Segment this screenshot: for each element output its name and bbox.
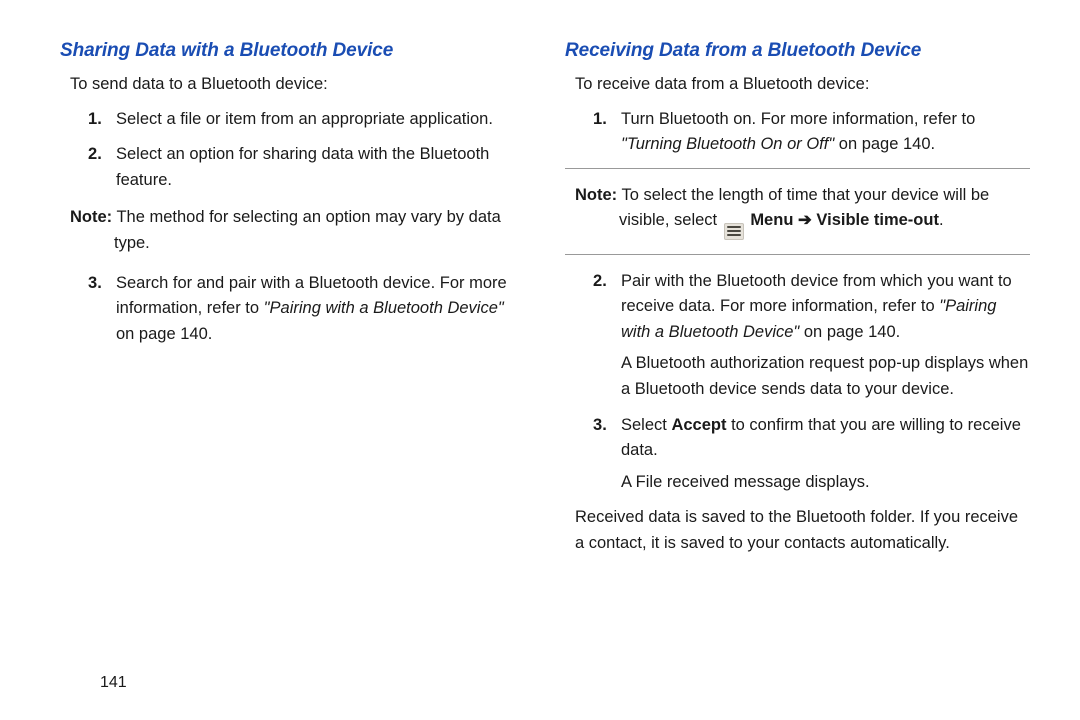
menu-label: Menu: [750, 211, 793, 229]
divider-bottom: [565, 254, 1030, 255]
note-right: Note: To select the length of time that …: [575, 183, 1030, 240]
note-text-left: The method for selecting an option may v…: [112, 208, 501, 252]
ref-turning: "Turning Bluetooth On or Off": [621, 135, 834, 153]
step-2-right: Pair with the Bluetooth device from whic…: [593, 269, 1030, 403]
intro-left: To send data to a Bluetooth device:: [70, 72, 525, 97]
steps-right-cont: Pair with the Bluetooth device from whic…: [593, 269, 1030, 496]
step-3-right: Select Accept to confirm that you are wi…: [593, 413, 1030, 496]
divider-top: [565, 168, 1030, 169]
step3-left-b: on page 140.: [116, 325, 212, 343]
intro-right: To receive data from a Bluetooth device:: [575, 72, 1030, 97]
manual-page: Sharing Data with a Bluetooth Device To …: [0, 0, 1080, 720]
steps-left-cont: Search for and pair with a Bluetooth dev…: [88, 271, 525, 348]
note-left: Note: The method for selecting an option…: [70, 205, 525, 256]
arrow-icon: ➔: [793, 211, 816, 229]
step1-right-b: on page 140.: [834, 135, 935, 153]
visible-timeout-label: Visible time-out: [816, 211, 939, 229]
steps-left: Select a file or item from an appropriat…: [88, 107, 525, 194]
step-1-left: Select a file or item from an appropriat…: [88, 107, 525, 133]
step1-right-a: Turn Bluetooth on. For more information,…: [621, 110, 975, 128]
right-column: Receiving Data from a Bluetooth Device T…: [565, 40, 1030, 700]
menu-icon: [724, 223, 744, 240]
note-period: .: [939, 211, 944, 229]
trailing-paragraph: Received data is saved to the Bluetooth …: [575, 505, 1030, 556]
page-number: 141: [100, 674, 127, 692]
step-3-left: Search for and pair with a Bluetooth dev…: [88, 271, 525, 348]
step3-right-sub: A File received message displays.: [621, 470, 1030, 496]
heading-sharing: Sharing Data with a Bluetooth Device: [60, 40, 525, 62]
note-label-right: Note:: [575, 186, 617, 204]
heading-receiving: Receiving Data from a Bluetooth Device: [565, 40, 1030, 62]
step-1-right: Turn Bluetooth on. For more information,…: [593, 107, 1030, 158]
step2-right-b: on page 140.: [799, 323, 900, 341]
left-column: Sharing Data with a Bluetooth Device To …: [60, 40, 525, 700]
steps-right: Turn Bluetooth on. For more information,…: [593, 107, 1030, 158]
step2-right-sub: A Bluetooth authorization request pop-up…: [621, 351, 1030, 402]
ref-pairing-left: "Pairing with a Bluetooth Device": [264, 299, 504, 317]
step3-right-a: Select: [621, 416, 671, 434]
accept-label: Accept: [671, 416, 726, 434]
step-2-left: Select an option for sharing data with t…: [88, 142, 525, 193]
note-label-left: Note:: [70, 208, 112, 226]
